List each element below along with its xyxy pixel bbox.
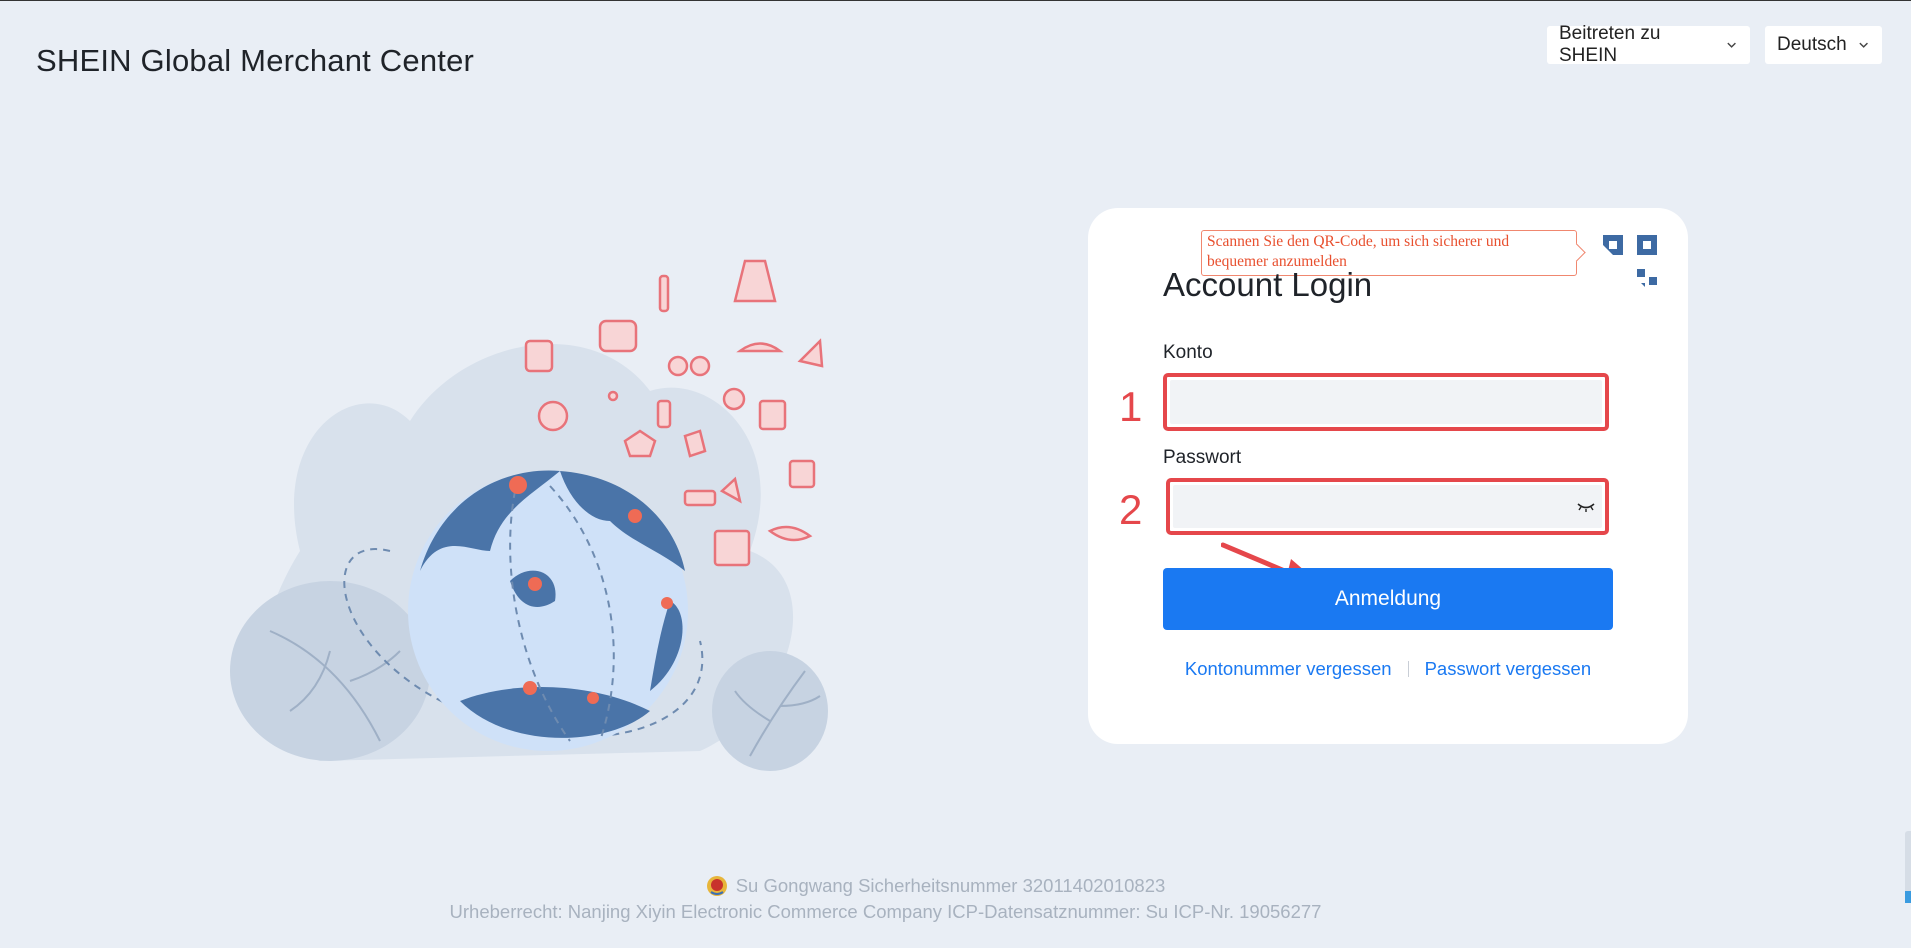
login-card: Scannen Sie den QR-Code, um sich sichere…	[1088, 208, 1688, 744]
security-number-text[interactable]: Su Gongwang Sicherheitsnummer 3201140201…	[736, 875, 1166, 897]
chevron-down-icon	[1859, 42, 1868, 48]
password-label: Passwort	[1163, 447, 1242, 468]
link-divider	[1407, 661, 1409, 677]
account-label: Konto	[1163, 342, 1213, 363]
chevron-down-icon	[1727, 42, 1736, 48]
globe-shopping-illustration	[230, 259, 828, 771]
join-shein-dropdown[interactable]: Beitreten zu SHEIN	[1547, 23, 1750, 66]
recovery-links: Kontonummer vergessen Passwort vergessen	[1163, 658, 1613, 680]
language-label: Deutsch	[1777, 34, 1847, 55]
password-input[interactable]	[1173, 485, 1602, 528]
footer-security: Su Gongwang Sicherheitsnummer 3201140201…	[0, 875, 1891, 897]
password-field-highlight	[1166, 478, 1609, 535]
account-input[interactable]	[1170, 380, 1602, 424]
footer-copyright: Urheberrecht: Nanjing Xiyin Electronic C…	[449, 901, 1322, 922]
login-title: Account Login	[1163, 266, 1373, 303]
language-dropdown[interactable]: Deutsch	[1765, 26, 1882, 64]
eye-closed-icon[interactable]	[1577, 499, 1595, 513]
forgot-account-link[interactable]: Kontonummer vergessen	[1185, 658, 1392, 680]
side-widget-handle[interactable]	[1905, 831, 1911, 903]
account-field-highlight	[1163, 373, 1609, 431]
qr-code-icon[interactable]	[1601, 233, 1661, 293]
police-emblem-icon	[706, 876, 727, 896]
forgot-password-link[interactable]: Passwort vergessen	[1425, 658, 1592, 680]
join-shein-label: Beitreten zu SHEIN	[1559, 23, 1661, 66]
annotation-step-2: 2	[1119, 486, 1143, 533]
annotation-step-1: 1	[1119, 383, 1143, 430]
brand-title: SHEIN Global Merchant Center	[36, 43, 475, 78]
login-button[interactable]: Anmeldung	[1163, 568, 1613, 630]
